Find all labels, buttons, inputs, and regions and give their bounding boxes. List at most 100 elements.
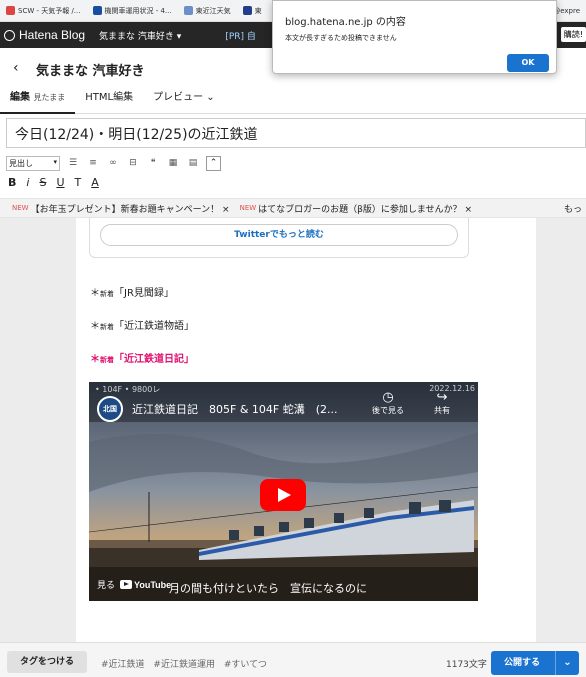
clock-icon: ◷ — [382, 390, 394, 405]
more-campaigns-link[interactable]: もっ — [564, 202, 582, 215]
youtube-logo: YouTube — [120, 580, 171, 590]
subscribe-button[interactable]: 購読! — [560, 27, 586, 42]
tag-list: #近江鉄道 #近江鉄道運用 #すいてつ — [101, 657, 273, 670]
collapse-toolbar-icon[interactable]: ⌃ — [206, 155, 221, 171]
ok-button[interactable]: OK — [507, 54, 549, 72]
asterisk-mark: ＊ — [90, 321, 100, 332]
chevron-down-icon[interactable]: ⌄ — [555, 651, 579, 675]
play-button[interactable] — [260, 479, 306, 511]
bold-button[interactable]: B — [8, 176, 16, 192]
hatena-logo-icon — [4, 29, 15, 41]
new-label: 新着 — [100, 323, 114, 331]
more-icon[interactable]: ▤ — [186, 158, 200, 168]
dialog-title: blog.hatena.ne.jp の内容 — [285, 17, 406, 28]
bullet-list-icon[interactable]: ☰ — [66, 158, 80, 168]
add-tag-button[interactable]: タグをつける — [7, 651, 87, 673]
channel-avatar[interactable]: 北国 — [97, 396, 123, 422]
tag-item[interactable]: #近江鉄道運用 — [153, 660, 215, 670]
link-text: 「近江鉄道日記」 — [114, 354, 194, 365]
back-chevron-icon[interactable]: ‹ — [13, 60, 19, 76]
tab-label: 編集 — [10, 92, 30, 103]
font-size-button[interactable]: T — [75, 176, 82, 192]
share-label: 共有 — [434, 406, 450, 415]
watch-later-button[interactable]: ◷ 後で見る — [372, 390, 404, 416]
campaign-link[interactable]: はてなブロガーのお題（β版）に参加しませんか？ × — [258, 202, 472, 215]
tab-label: HTML編集 — [85, 92, 134, 103]
campaign-link[interactable]: 【お年玉プレゼント】新春お題キャンペーン！ × — [31, 202, 230, 215]
entry-title-input[interactable]: 今日(12/24)・明日(12/25)の近江鉄道 — [6, 118, 586, 148]
new-badge: NEW — [12, 204, 29, 212]
pr-link[interactable]: [PR] 自 — [225, 29, 256, 42]
editor-mode-tabs: 編集 見たまま HTML編集 プレビュー ⌄ — [0, 86, 225, 114]
tab-wysiwyg[interactable]: 編集 見たまま — [0, 86, 76, 114]
chevron-down-icon: ⌄ — [206, 92, 215, 103]
italic-button[interactable]: i — [26, 176, 29, 192]
heading-select[interactable]: 見出し — [6, 155, 60, 171]
tab-sublabel: 見たまま — [33, 93, 66, 102]
link-icon[interactable]: ∞ — [106, 158, 120, 168]
list-item[interactable]: ＊新着「近江鉄道物語」 — [90, 317, 194, 332]
link-text: 「近江鉄道物語」 — [114, 321, 194, 332]
bookmark-item[interactable]: 東 — [237, 6, 268, 16]
twitter-read-more-button[interactable]: Twitterでもっと読む — [100, 224, 458, 246]
bookmark-item[interactable]: 東近江天気 — [178, 6, 237, 16]
bookmark-label: SCW - 天気予報 /... — [18, 6, 81, 15]
new-label: 新着 — [100, 290, 114, 298]
link-text: 「JR見聞録」 — [114, 288, 174, 299]
editor-toolbar: 見出し ☰ ≡ ∞ ⊟ ❝ ▦ ▤ ⌃ — [6, 154, 221, 172]
bookmark-label: 東近江天気 — [195, 6, 231, 15]
publish-button[interactable]: 公開する — [491, 651, 553, 675]
bookmark-label: 機関車運用状況 - 4... — [104, 6, 172, 15]
favicon-icon — [6, 6, 15, 15]
bookmark-item[interactable]: SCW - 天気予報 /... — [0, 6, 87, 16]
bookmark-item[interactable]: 機関車運用状況 - 4... — [87, 6, 178, 16]
new-badge: NEW — [239, 204, 257, 212]
table-icon[interactable]: ▦ — [166, 158, 180, 168]
publish-button-group: 公開する ⌄ — [491, 651, 579, 675]
quote-icon[interactable]: ❝ — [146, 158, 160, 168]
bookmark-label: 東 — [254, 6, 262, 15]
underline-button[interactable]: U — [56, 176, 64, 192]
editor-body[interactable]: Twitterでもっと読む ＊新着「JR見聞録」 ＊新着「近江鉄道物語」 ＊新着… — [0, 218, 586, 642]
format-toolbar: B i S U T A — [8, 176, 99, 192]
numbered-list-icon[interactable]: ≡ — [86, 158, 100, 168]
watch-on-youtube[interactable]: 見る YouTube — [97, 578, 171, 592]
watch-later-label: 後で見る — [372, 406, 404, 415]
campaign-label: はてなブロガーのお題（β版）に参加しませんか？ — [258, 204, 462, 215]
strikethrough-button[interactable]: S — [39, 176, 46, 192]
watch-on-label: 見る — [97, 581, 116, 591]
campaign-label: 【お年玉プレゼント】新春お題キャンペーン！ — [30, 204, 220, 215]
blog-title: 気ままな 汽車好き — [36, 64, 145, 79]
favicon-icon — [242, 6, 252, 15]
youtube-wordmark: YouTube — [134, 579, 172, 590]
asterisk-mark: ＊ — [90, 354, 100, 365]
font-color-button[interactable]: A — [91, 176, 99, 192]
blog-switcher[interactable]: 気ままな 汽車好き ▾ — [99, 29, 181, 42]
youtube-icon — [120, 580, 133, 589]
content-page[interactable]: Twitterでもっと読む ＊新着「JR見聞録」 ＊新着「近江鉄道物語」 ＊新着… — [76, 218, 536, 642]
list-item[interactable]: ＊新着「近江鉄道日記」 — [90, 350, 194, 365]
campaign-bar: NEW 【お年玉プレゼント】新春お題キャンペーン！ × NEW はてなブロガーの… — [0, 198, 586, 218]
tab-html[interactable]: HTML編集 — [75, 86, 143, 114]
blog-switcher-label: 気ままな 汽車好き — [99, 31, 174, 42]
hatena-logo[interactable]: Hatena Blog — [0, 28, 85, 42]
tag-item[interactable]: #近江鉄道 — [101, 660, 145, 670]
tag-item[interactable]: #すいてつ — [224, 660, 267, 670]
youtube-embed[interactable]: • 104F • 9800レ 2022.12.16 北国 近江鉄道日記 805F … — [89, 382, 478, 601]
twitter-embed: Twitterでもっと読む — [89, 218, 469, 258]
video-title[interactable]: 近江鉄道日記 805F & 104F 蛇溝 (2... — [132, 401, 338, 417]
hr-icon[interactable]: ⊟ — [126, 158, 140, 168]
tab-preview[interactable]: プレビュー ⌄ — [143, 86, 225, 114]
bottom-bar: タグをつける #近江鉄道 #近江鉄道運用 #すいてつ 1173文字 公開する ⌄ — [0, 642, 586, 677]
share-button[interactable]: ↪ 共有 — [434, 390, 450, 416]
favicon-icon — [183, 6, 193, 15]
close-icon[interactable]: × — [465, 205, 473, 215]
share-icon: ↪ — [436, 390, 448, 405]
favicon-icon — [92, 6, 102, 15]
video-meta: • 104F • 9800レ — [95, 385, 161, 394]
alert-dialog: blog.hatena.ne.jp の内容 本文が長すぎるため投稿できません O… — [272, 0, 557, 74]
list-item[interactable]: ＊新着「JR見聞録」 — [90, 284, 174, 299]
close-icon[interactable]: × — [222, 205, 230, 215]
video-overlay-top: • 104F • 9800レ 2022.12.16 — [95, 384, 475, 395]
asterisk-mark: ＊ — [90, 288, 100, 299]
